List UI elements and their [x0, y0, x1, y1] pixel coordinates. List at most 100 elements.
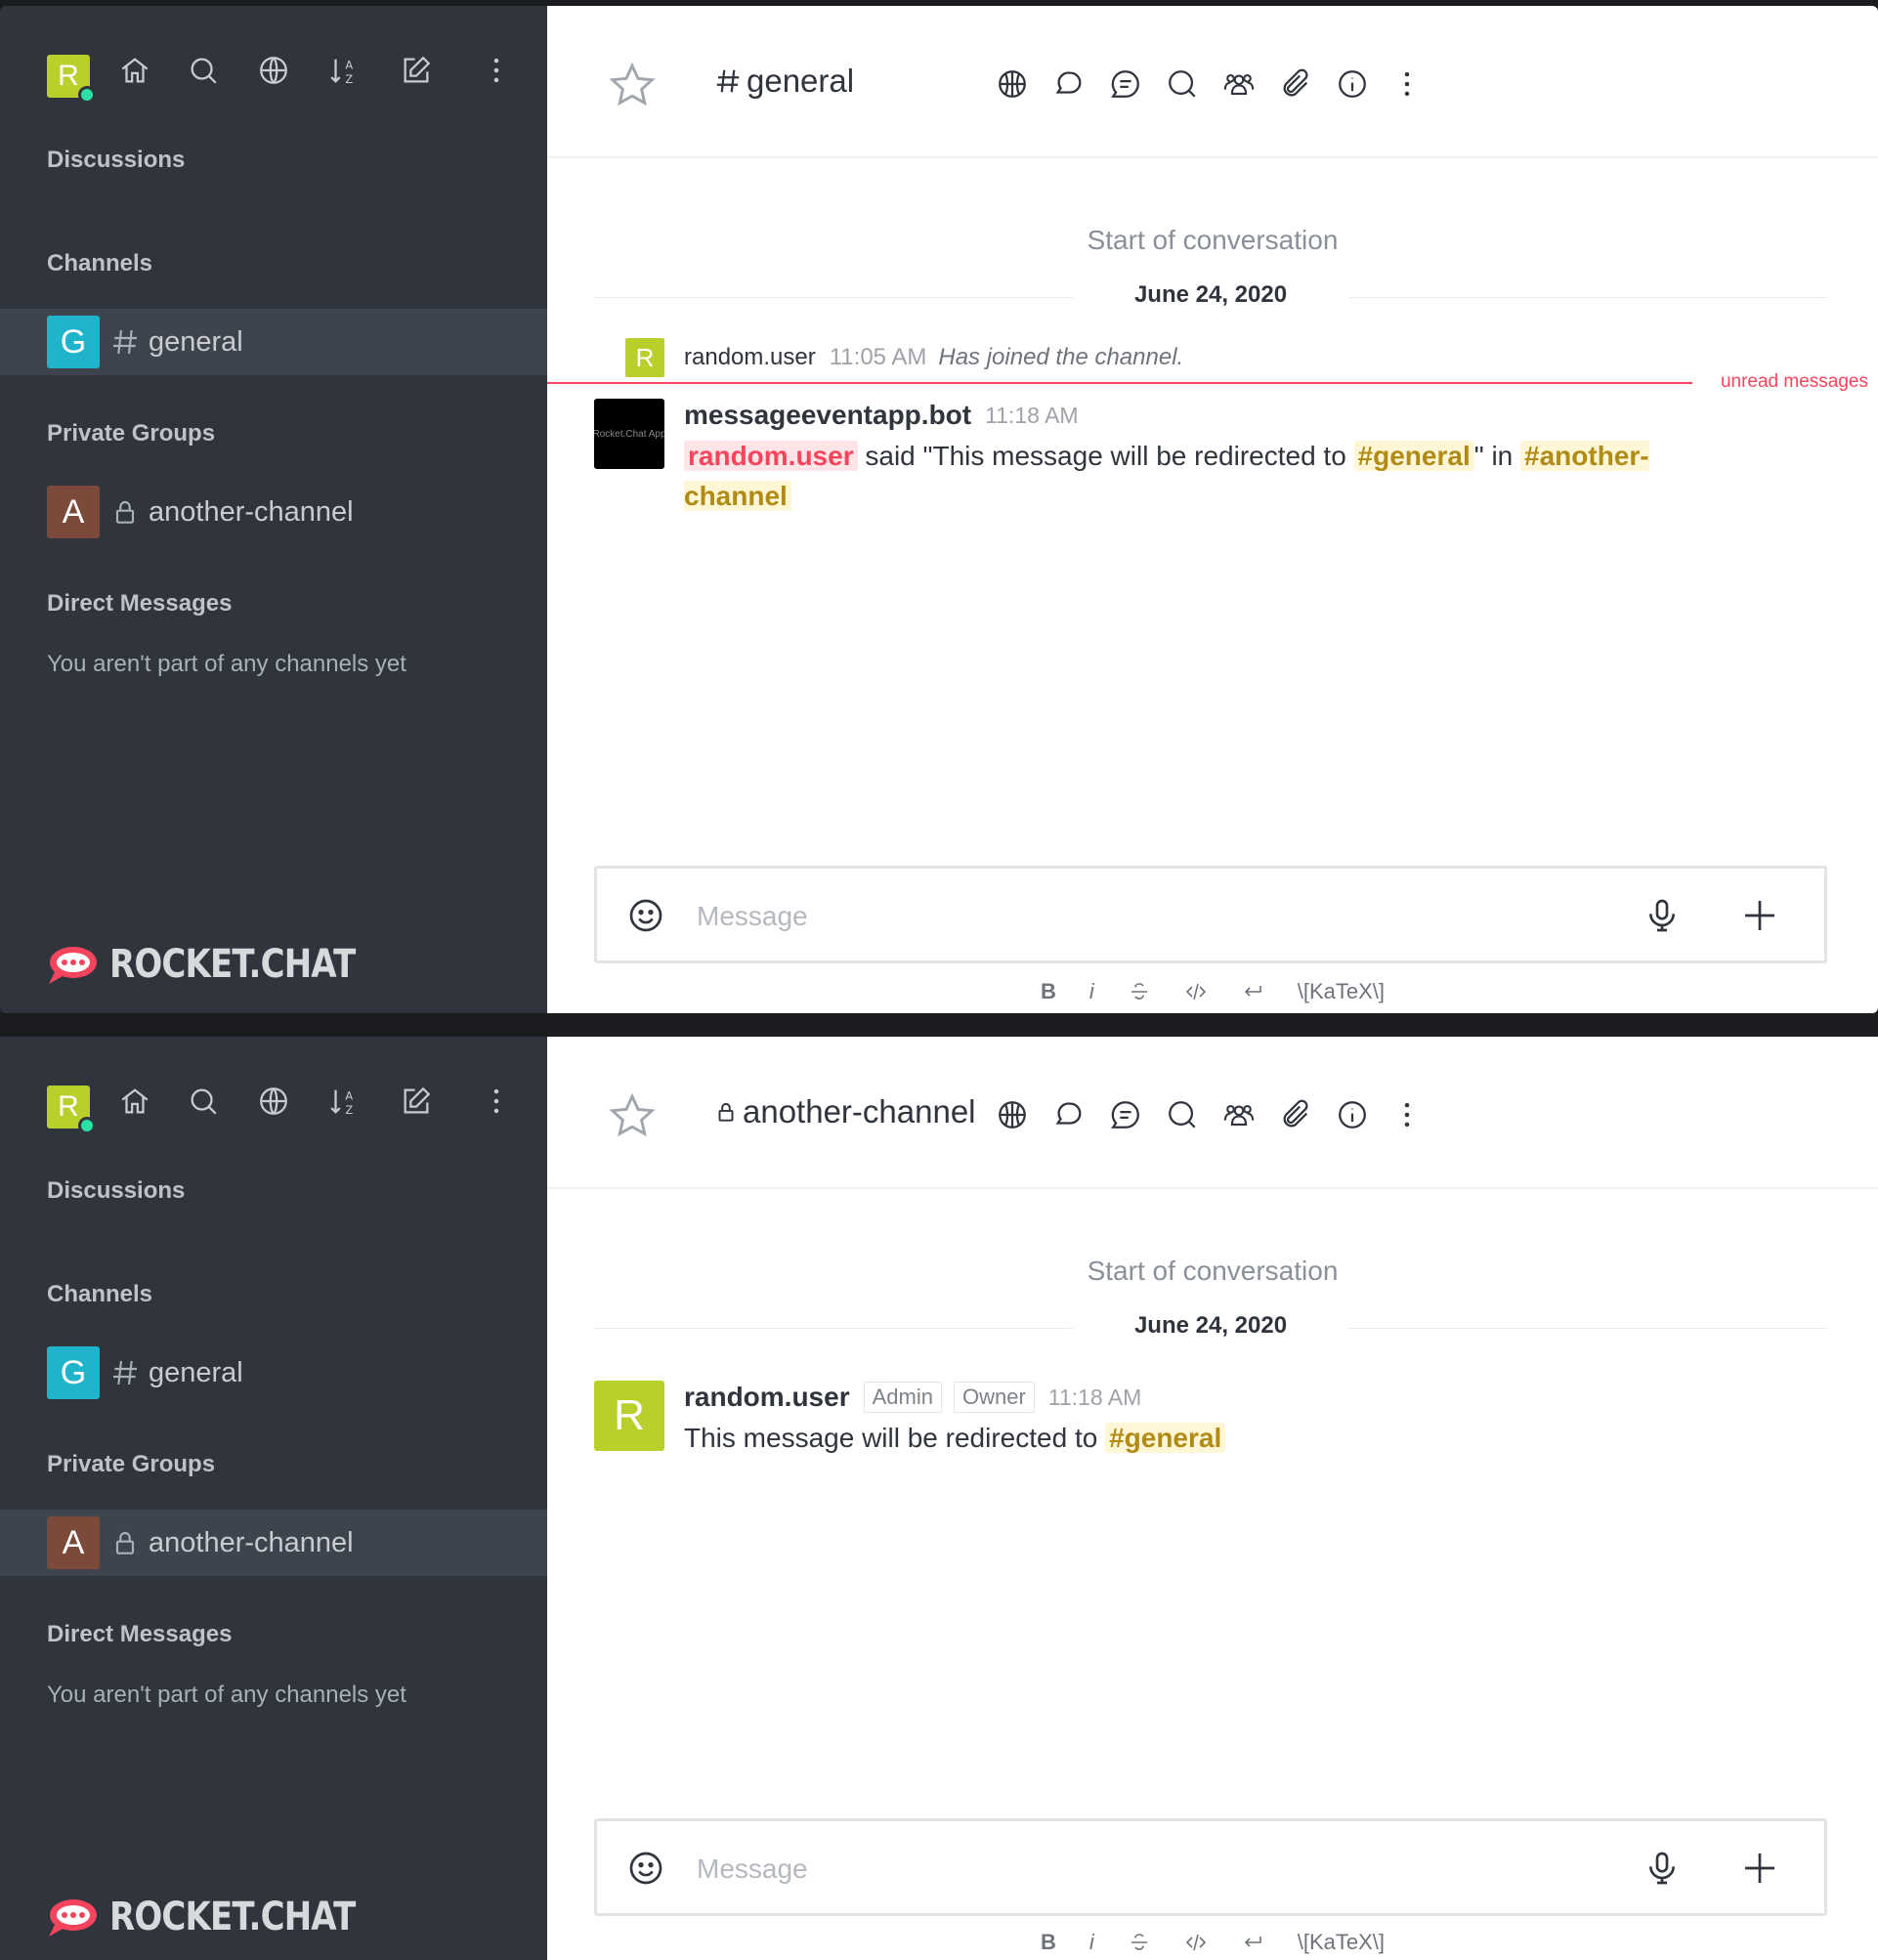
sidebar-item-general[interactable]: G general	[0, 309, 547, 375]
video-call-icon[interactable]	[993, 1095, 1032, 1134]
avatar[interactable]: R	[594, 1381, 664, 1451]
multiline-icon[interactable]	[1241, 980, 1264, 1003]
room-header: general	[547, 6, 1878, 158]
lock-icon	[115, 1532, 135, 1555]
room-info-icon[interactable]	[1333, 1095, 1372, 1134]
avatar[interactable]: R	[625, 338, 664, 377]
plus-icon[interactable]	[1740, 896, 1779, 935]
italic-button[interactable]: i	[1089, 979, 1094, 1004]
dm-empty-note: You aren't part of any channels yet	[47, 1682, 406, 1708]
bold-button[interactable]: B	[1041, 1930, 1056, 1955]
channel-link-general[interactable]: #general	[1105, 1423, 1226, 1453]
section-channels: Channels	[47, 250, 153, 277]
video-call-icon[interactable]	[993, 64, 1032, 104]
emoji-icon[interactable]	[626, 896, 665, 935]
message-composer	[594, 866, 1827, 963]
kebab-menu-icon[interactable]	[477, 1082, 516, 1121]
create-new-icon[interactable]	[397, 1082, 436, 1121]
discussion-icon[interactable]	[1049, 1095, 1088, 1134]
room-avatar: A	[47, 1516, 100, 1569]
sidebar-item-another-channel[interactable]: A another-channel	[0, 479, 547, 545]
code-icon[interactable]	[1184, 980, 1208, 1003]
discussion-icon[interactable]	[1049, 64, 1088, 104]
microphone-icon[interactable]	[1643, 1849, 1682, 1888]
online-status-dot	[78, 1117, 96, 1134]
strikethrough-icon[interactable]	[1128, 980, 1151, 1003]
user-mention[interactable]: random.user	[684, 441, 858, 471]
message-username[interactable]: messageeventapp.bot	[684, 400, 971, 431]
katex-button[interactable]: \[KaTeX\]	[1298, 1930, 1385, 1955]
kebab-menu-icon[interactable]	[1387, 64, 1427, 104]
channel-link-general[interactable]: #general	[1353, 441, 1474, 471]
rocket-chat-logo: ROCKET.CHAT	[47, 1895, 399, 1939]
chat-main: general Start of conversation June 24, 2…	[547, 6, 1878, 1013]
microphone-icon[interactable]	[1643, 896, 1682, 935]
unread-messages-label: unread messages	[1720, 371, 1868, 392]
directory-icon[interactable]	[254, 1082, 293, 1121]
directory-icon[interactable]	[254, 51, 293, 90]
svg-text:Z: Z	[345, 72, 353, 86]
message-text: random.user said "This message will be r…	[684, 441, 1649, 511]
sort-icon[interactable]: AZ	[324, 51, 363, 90]
strikethrough-icon[interactable]	[1128, 1931, 1151, 1954]
bold-button[interactable]: B	[1041, 979, 1056, 1004]
system-message-time: 11:05 AM	[829, 344, 927, 370]
search-icon[interactable]	[184, 1082, 223, 1121]
user-avatar[interactable]: R	[47, 55, 96, 104]
chat-main: another-channel Start of conversation Ju…	[547, 1037, 1878, 1960]
start-of-conversation: Start of conversation	[1087, 225, 1339, 255]
search-messages-icon[interactable]	[1163, 64, 1202, 104]
message-input[interactable]	[695, 1841, 1578, 1897]
system-message-username[interactable]: random.user	[684, 344, 816, 371]
section-direct-messages: Direct Messages	[47, 1621, 233, 1647]
sort-icon[interactable]: AZ	[324, 1082, 363, 1121]
room-avatar: G	[47, 316, 100, 368]
sidebar-item-label: another-channel	[149, 495, 354, 528]
date-divider: June 24, 2020	[594, 1308, 1827, 1347]
message-username[interactable]: random.user	[684, 1382, 850, 1413]
files-icon[interactable]	[1276, 64, 1315, 104]
message-input[interactable]	[695, 888, 1578, 945]
rocket-chat-logo-icon	[49, 947, 97, 984]
window-general: R AZ Discussions Channels G general Priv…	[0, 6, 1878, 1013]
formatting-toolbar: B i \[KaTeX\]	[547, 1930, 1878, 1955]
search-messages-icon[interactable]	[1163, 1095, 1202, 1134]
italic-button[interactable]: i	[1089, 1930, 1094, 1955]
svg-text:Z: Z	[345, 1103, 353, 1117]
favorite-star-icon[interactable]	[608, 61, 657, 109]
message-time: 11:18 AM	[1047, 1384, 1142, 1410]
bot-avatar[interactable]: Rocket.Chat App	[594, 399, 664, 469]
threads-icon[interactable]	[1106, 64, 1145, 104]
rocket-chat-logo-icon	[49, 1899, 97, 1937]
members-icon[interactable]	[1219, 64, 1259, 104]
sidebar-item-label: another-channel	[149, 1526, 354, 1558]
sidebar-item-general[interactable]: G general	[0, 1340, 547, 1406]
message-text: This message will be redirected to #gene…	[684, 1418, 1759, 1458]
unread-divider	[547, 382, 1692, 384]
create-new-icon[interactable]	[397, 51, 436, 90]
home-icon[interactable]	[115, 51, 154, 90]
multiline-icon[interactable]	[1241, 1931, 1264, 1954]
search-icon[interactable]	[184, 51, 223, 90]
sidebar-item-another-channel[interactable]: A another-channel	[0, 1510, 547, 1576]
katex-button[interactable]: \[KaTeX\]	[1298, 979, 1385, 1004]
favorite-star-icon[interactable]	[608, 1091, 657, 1140]
section-channels: Channels	[47, 1281, 153, 1307]
kebab-menu-icon[interactable]	[477, 51, 516, 90]
files-icon[interactable]	[1276, 1095, 1315, 1134]
home-icon[interactable]	[115, 1082, 154, 1121]
sidebar: R AZ Discussions Channels G general Priv…	[0, 6, 547, 1013]
formatting-toolbar: B i \[KaTeX\]	[547, 979, 1878, 1004]
plus-icon[interactable]	[1740, 1849, 1779, 1888]
code-icon[interactable]	[1184, 1931, 1208, 1954]
role-badge-owner: Owner	[953, 1382, 1035, 1413]
emoji-icon[interactable]	[626, 1849, 665, 1888]
lock-icon	[718, 1102, 734, 1122]
room-info-icon[interactable]	[1333, 64, 1372, 104]
members-icon[interactable]	[1219, 1095, 1259, 1134]
kebab-menu-icon[interactable]	[1387, 1095, 1427, 1134]
user-avatar[interactable]: R	[47, 1086, 96, 1134]
threads-icon[interactable]	[1106, 1095, 1145, 1134]
room-title: general	[713, 63, 854, 100]
sidebar-toolbar: R AZ	[0, 6, 547, 133]
